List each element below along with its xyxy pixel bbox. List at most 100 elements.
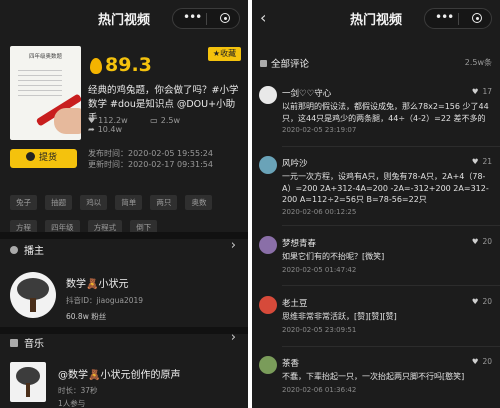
comment-text: 以前那明的假设法，都假设成兔，那么78x2=156 少了44只，这44只是鸡少的…: [282, 102, 489, 123]
more-icon[interactable]: •••: [183, 10, 202, 24]
heart-icon: ♥: [471, 157, 479, 166]
avatar[interactable]: [259, 86, 277, 104]
comment-like-count: 20: [482, 237, 492, 246]
capsule-divider: [458, 13, 459, 25]
tag[interactable]: 鸡以: [80, 195, 108, 210]
time-info: 发布时间：2020-02-05 19:55:24 更新时间：2020-02-17…: [88, 148, 213, 170]
tag[interactable]: 两只: [150, 195, 178, 210]
author-icon: [10, 246, 18, 254]
comment-date: 2020-02-05 23:19:07: [282, 126, 357, 134]
comments-count: 2.5w条: [464, 58, 492, 67]
comment-likes[interactable]: ♥ 20: [472, 357, 492, 366]
likes-stat: ♥ 112.2w: [88, 116, 138, 125]
music-duration: 时长：37秒: [58, 386, 98, 395]
author-fans: 60.8w 粉丝: [66, 312, 107, 321]
tree-trunk: [30, 298, 36, 312]
comment-author[interactable]: 梦想青春: [282, 237, 316, 249]
collect-button[interactable]: ★收藏: [208, 47, 241, 61]
comment-text: 一元一次方程，设鸡有A只，则兔有78-A只，2A+4（78-A）=200 2A+…: [282, 172, 489, 204]
avatar[interactable]: [259, 356, 277, 374]
heart-icon: ♥: [471, 237, 479, 246]
promo-icon: [26, 152, 35, 161]
comment-divider: [282, 146, 500, 147]
avatar[interactable]: [259, 236, 277, 254]
tag[interactable]: 抽题: [45, 195, 73, 210]
author-douyin-id: 抖音ID：jiaogua2019: [66, 296, 144, 305]
mini-program-capsule: •••: [424, 8, 492, 29]
comment-author[interactable]: 老土豆: [282, 297, 308, 309]
comments-title-label: 全部评论: [271, 59, 310, 70]
comment-text: 思维非常非常活跃，[赞][赞][赞]: [282, 312, 397, 321]
music-cover[interactable]: [10, 362, 46, 402]
section-divider: [0, 327, 248, 334]
video-stats: ♥ 112.2w ▭ 2.5w ➦ 10.4w: [88, 116, 248, 134]
heart-icon: ♥: [471, 87, 479, 96]
heart-icon: ♥: [471, 297, 479, 306]
comment-text: 如果它们有的不抬呢？[微笑]: [282, 252, 385, 261]
comment-divider: [282, 346, 500, 347]
more-icon[interactable]: •••: [435, 10, 454, 24]
comment-author[interactable]: 一剑♡♡守心: [282, 87, 331, 99]
music-section-title[interactable]: 音乐: [10, 335, 44, 350]
comment-likes[interactable]: ♥ 17: [472, 87, 492, 96]
comment-date: 2020-02-05 23:09:51: [282, 326, 357, 334]
section-divider: [0, 232, 248, 239]
tree-trunk: [26, 383, 30, 397]
comment-author[interactable]: 风吟沙: [282, 157, 308, 169]
tree-canopy: [17, 278, 49, 300]
video-detail-panel: 热门视频 ••• 四年级奥数题 89.3 ★收藏 经典的鸡兔题，你会做了吗？#小…: [0, 0, 248, 408]
comment-author[interactable]: 茶香: [282, 357, 299, 369]
comment-text: 不蠢，下辈抬起一只，一次抬起两只脚不行吗[憨笑]: [282, 372, 465, 381]
header: ‹ 热门视频 •••: [252, 0, 500, 36]
tag[interactable]: 兔子: [10, 195, 37, 210]
comment-like-count: 21: [482, 157, 492, 166]
comments-panel: ‹ 热门视频 ••• 全部评论 2.5w条 一剑♡♡守心 ♥ 17 以前那明的假设…: [252, 0, 500, 408]
close-program-icon[interactable]: [220, 13, 230, 23]
chevron-right-icon[interactable]: ›: [231, 238, 236, 253]
comment-likes[interactable]: ♥ 20: [472, 297, 492, 306]
comment-like-count: 20: [482, 297, 492, 306]
comment-like-count: 17: [482, 87, 492, 96]
music-users: 1人参与: [58, 399, 86, 408]
video-cover[interactable]: 四年级奥数题: [10, 46, 81, 140]
author-section-title[interactable]: 播主: [10, 242, 44, 257]
author-name[interactable]: 数学🧸小状元: [66, 275, 128, 290]
author-avatar[interactable]: [10, 272, 56, 318]
comment-icon: ▭: [150, 116, 158, 125]
comments-title: 全部评论: [260, 56, 309, 70]
comment-list-icon: [260, 60, 267, 67]
capsule-divider: [206, 13, 207, 25]
music-icon: [10, 339, 18, 347]
tag[interactable]: 奥数: [185, 195, 213, 210]
music-title[interactable]: @数学🧸小状元创作的原声: [58, 366, 180, 381]
heart-icon: ♥: [471, 357, 479, 366]
flame-icon: [90, 58, 102, 74]
close-program-icon[interactable]: [472, 13, 482, 23]
music-section-label: 音乐: [24, 339, 44, 350]
tag[interactable]: 简单: [115, 195, 143, 210]
avatar[interactable]: [259, 296, 277, 314]
comments-count: 2.5w: [160, 116, 180, 125]
comment-likes[interactable]: ♥ 21: [472, 157, 492, 166]
update-time: 更新时间：2020-02-17 09:31:54: [88, 160, 213, 169]
cover-title: 四年级奥数题: [28, 54, 62, 60]
header: 热门视频 •••: [0, 0, 248, 36]
comment-divider: [282, 285, 500, 286]
collect-label: 收藏: [220, 49, 237, 58]
shares-stat: ➦ 10.4w: [88, 125, 132, 134]
comment-date: 2020-02-06 00:12:25: [282, 208, 357, 216]
hot-score: 89.3: [105, 54, 152, 76]
publish-time: 发布时间：2020-02-05 19:55:24: [88, 149, 213, 158]
chevron-right-icon[interactable]: ›: [231, 330, 236, 345]
promo-button[interactable]: 提货: [10, 149, 77, 168]
author-section-label: 播主: [24, 246, 44, 257]
star-icon: ★: [212, 49, 221, 58]
comment-likes[interactable]: ♥ 20: [472, 237, 492, 246]
likes-count: 112.2w: [98, 116, 128, 125]
comments-stat: ▭ 2.5w: [150, 116, 190, 125]
hand-image: [54, 108, 81, 134]
comment-like-count: 20: [482, 357, 492, 366]
comment-date: 2020-02-06 01:36:42: [282, 386, 357, 394]
avatar[interactable]: [259, 156, 277, 174]
comment-divider: [282, 225, 500, 226]
